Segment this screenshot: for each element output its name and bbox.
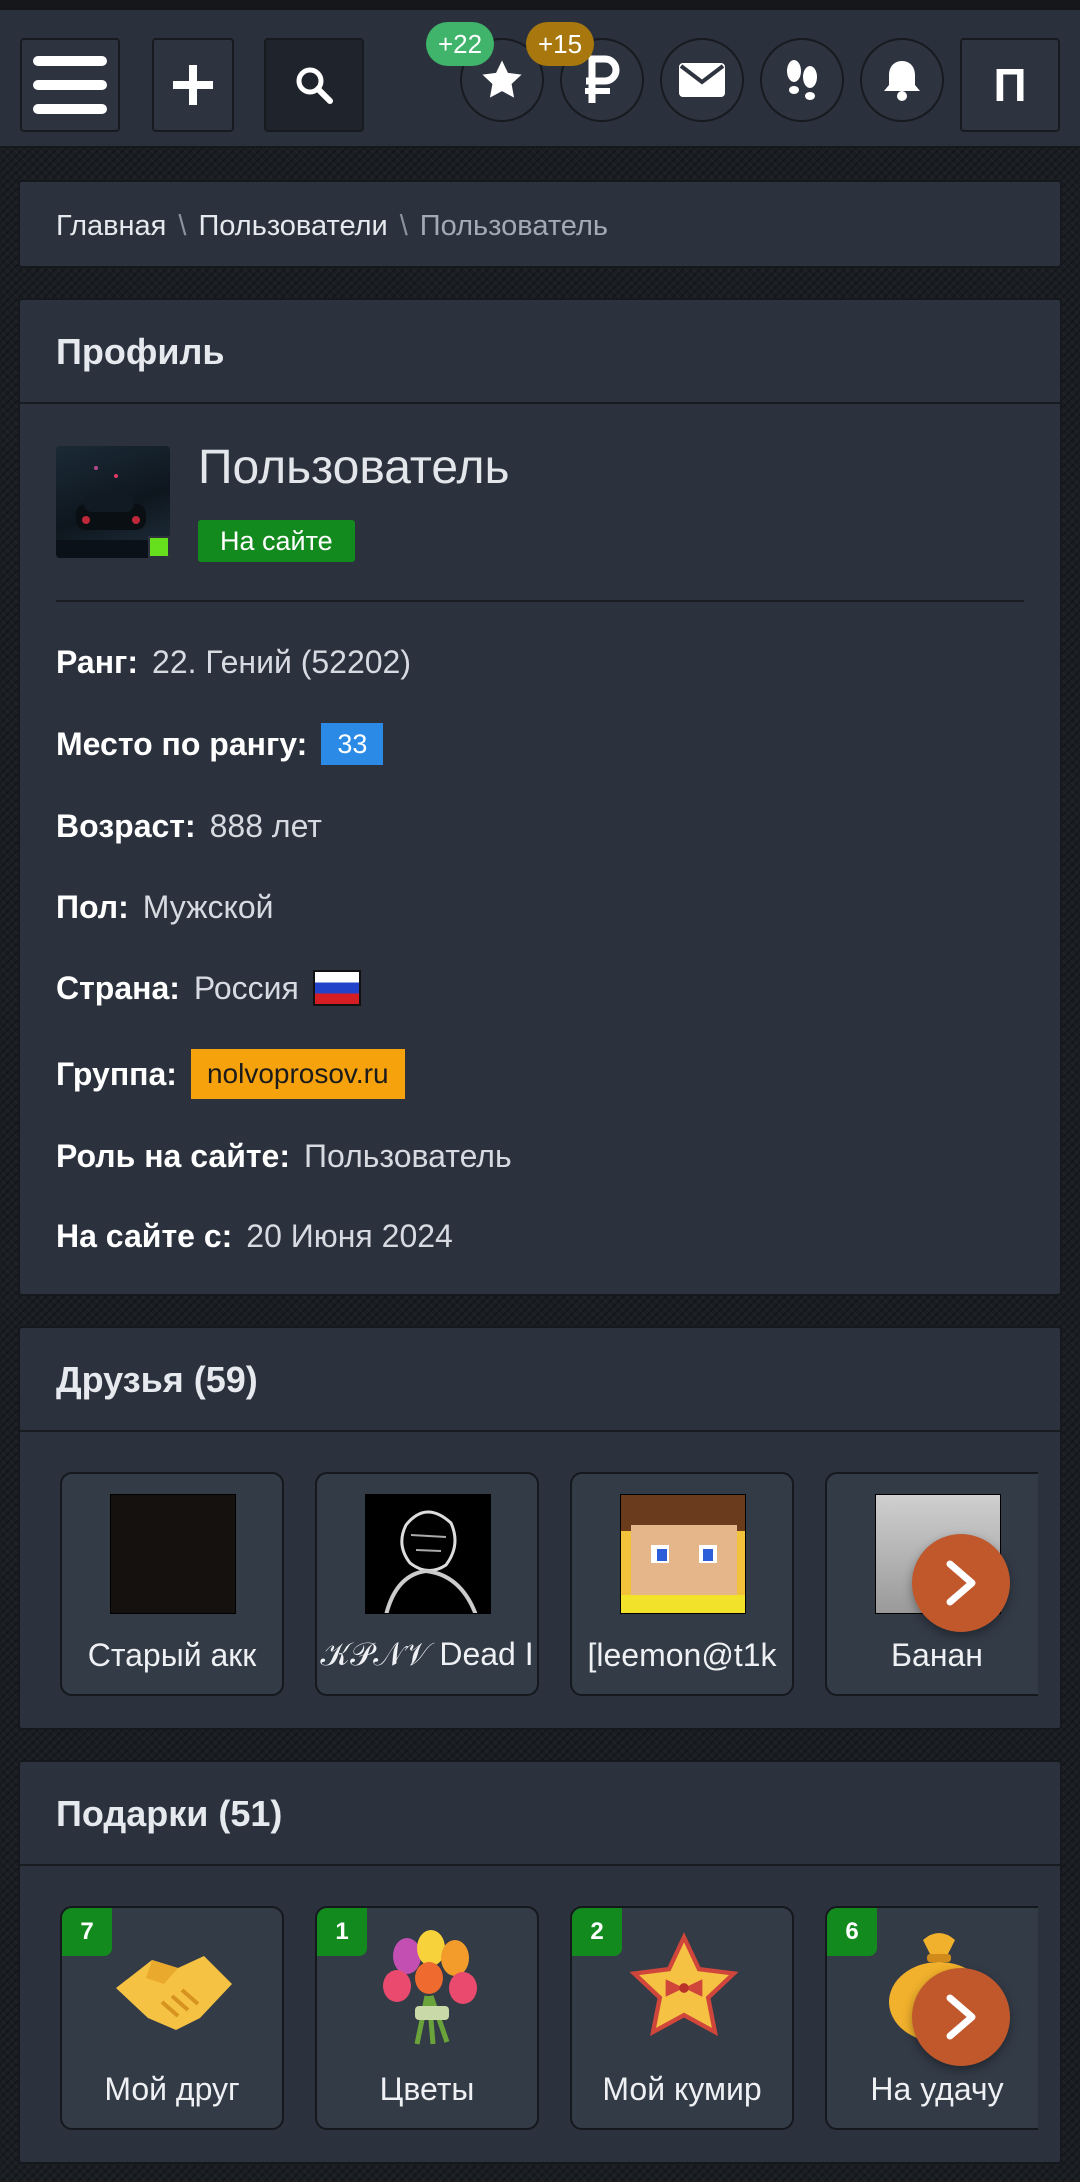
- gift-name: На удачу: [870, 2071, 1004, 2107]
- breadcrumb: Главная \ Пользователи \ Пользователь: [18, 180, 1062, 268]
- gender-value: Мужской: [142, 888, 274, 925]
- gift-count-badge: 7: [62, 1908, 112, 1956]
- gift-card[interactable]: 2 Мой кумир: [570, 1906, 794, 2130]
- search-button[interactable]: [264, 38, 364, 132]
- breadcrumb-users[interactable]: Пользователи: [198, 210, 387, 242]
- ruble-icon: [585, 55, 620, 103]
- gift-card[interactable]: 7 Мой друг: [60, 1906, 284, 2130]
- friend-card[interactable]: Старый акк: [60, 1472, 284, 1696]
- role-row: Роль на сайте: Пользователь: [56, 1134, 512, 1178]
- gift-count-badge: 6: [827, 1908, 877, 1956]
- messages-button[interactable]: [660, 38, 744, 122]
- friend-name: 𝒦𝒫𝒩𝒱 Dead I: [320, 1636, 534, 1672]
- russia-flag-icon: [312, 970, 361, 1006]
- friends-panel: Друзья (59) Старый акк 𝒦𝒫𝒩𝒱 Dead I [leem…: [18, 1326, 1062, 1730]
- star-bow-icon: [629, 1932, 739, 2037]
- gender-row: Пол: Мужской: [56, 885, 274, 929]
- group-label: Группа:: [56, 1055, 177, 1092]
- handshake-icon: [116, 1956, 232, 2030]
- gift-name: Мой кумир: [602, 2071, 762, 2107]
- group-row: Группа: nolvoprosov.ru: [56, 1048, 405, 1100]
- gift-count-badge: 1: [317, 1908, 367, 1956]
- chevron-right-icon: [946, 1994, 976, 2040]
- friend-name: Банан: [891, 1637, 983, 1673]
- profile-divider: [56, 600, 1024, 602]
- since-label: На сайте с:: [56, 1217, 233, 1254]
- friend-card[interactable]: [leemon@t1k: [570, 1472, 794, 1696]
- role-value: Пользователь: [303, 1137, 512, 1174]
- currency-badge: +15: [526, 22, 595, 66]
- group-badge[interactable]: nolvoprosov.ru: [190, 1049, 405, 1099]
- minecraft-avatar-image: [621, 1495, 745, 1613]
- gender-label: Пол:: [56, 888, 129, 925]
- sketch-portrait-image: [384, 1510, 478, 1613]
- friend-avatar: [365, 1494, 491, 1614]
- friend-avatar: [620, 1494, 746, 1614]
- gifts-panel: Подарки (51) 7 Мой друг 1 Цветы 2 Мой ку…: [18, 1760, 1062, 2164]
- friend-card[interactable]: 𝒦𝒫𝒩𝒱 Dead I: [315, 1472, 539, 1696]
- breadcrumb-separator: \: [178, 210, 187, 242]
- friend-avatar: [110, 1494, 236, 1614]
- guests-button[interactable]: [760, 38, 844, 122]
- place-row: Место по рангу: 33: [56, 722, 384, 766]
- profile-menu-button[interactable]: П: [960, 38, 1060, 132]
- friends-carousel: Старый акк 𝒦𝒫𝒩𝒱 Dead I [leemon@t1k Банан: [60, 1328, 1038, 1732]
- notifications-button[interactable]: [860, 38, 944, 122]
- top-navigation-bar: +22 +15 П: [0, 10, 1080, 148]
- since-row: На сайте с: 20 Июня 2024: [56, 1214, 453, 1258]
- place-label: Место по рангу:: [56, 725, 308, 762]
- breadcrumb-current: Пользователь: [419, 210, 608, 242]
- online-indicator: [148, 536, 170, 558]
- rank-label: Ранг:: [56, 643, 139, 680]
- hamburger-icon: [33, 56, 107, 114]
- friends-next-button[interactable]: [912, 1534, 1010, 1632]
- gift-count-badge: 2: [572, 1908, 622, 1956]
- add-button[interactable]: [152, 38, 234, 132]
- footprints-icon: [787, 60, 817, 100]
- status-badge: На сайте: [198, 520, 355, 562]
- profile-title: Профиль: [20, 300, 1060, 404]
- search-icon: [296, 67, 333, 104]
- breadcrumb-separator: \: [399, 210, 408, 242]
- gifts-carousel: 7 Мой друг 1 Цветы 2 Мой кумир 6 На удач…: [60, 1762, 1038, 2166]
- rank-value: 22. Гений (52202): [152, 643, 411, 680]
- top-strip: [0, 0, 1080, 10]
- role-label: Роль на сайте:: [56, 1137, 290, 1174]
- envelope-icon: [679, 63, 725, 97]
- bell-icon: [884, 61, 920, 101]
- friend-name: [leemon@t1k: [587, 1637, 777, 1673]
- avatar[interactable]: [56, 446, 170, 558]
- friend-name: Старый акк: [87, 1637, 257, 1673]
- gift-name: Мой друг: [104, 2071, 240, 2107]
- gifts-next-button[interactable]: [912, 1968, 1010, 2066]
- age-value: 888 лет: [209, 807, 322, 844]
- menu-button[interactable]: [20, 38, 120, 132]
- plus-icon: [173, 65, 213, 105]
- chevron-right-icon: [946, 1560, 976, 1606]
- age-label: Возраст:: [56, 807, 196, 844]
- rank-row: Ранг: 22. Гений (52202): [56, 640, 411, 684]
- gift-name: Цветы: [379, 2071, 475, 2107]
- flowers-icon: [383, 1930, 477, 2045]
- since-value: 20 Июня 2024: [246, 1217, 453, 1254]
- rating-badge: +22: [426, 22, 495, 66]
- gift-card[interactable]: 1 Цветы: [315, 1906, 539, 2130]
- breadcrumb-home[interactable]: Главная: [56, 210, 166, 242]
- profile-panel: Профиль Пользователь На сайте Ранг: 22. …: [18, 298, 1062, 1296]
- country-row: Страна: Россия: [56, 966, 361, 1010]
- country-value: Россия: [193, 969, 299, 1006]
- place-badge: 33: [321, 723, 384, 765]
- age-row: Возраст: 888 лет: [56, 804, 322, 848]
- profile-username: Пользователь: [198, 441, 510, 494]
- star-icon: [482, 60, 522, 98]
- country-label: Страна:: [56, 969, 180, 1006]
